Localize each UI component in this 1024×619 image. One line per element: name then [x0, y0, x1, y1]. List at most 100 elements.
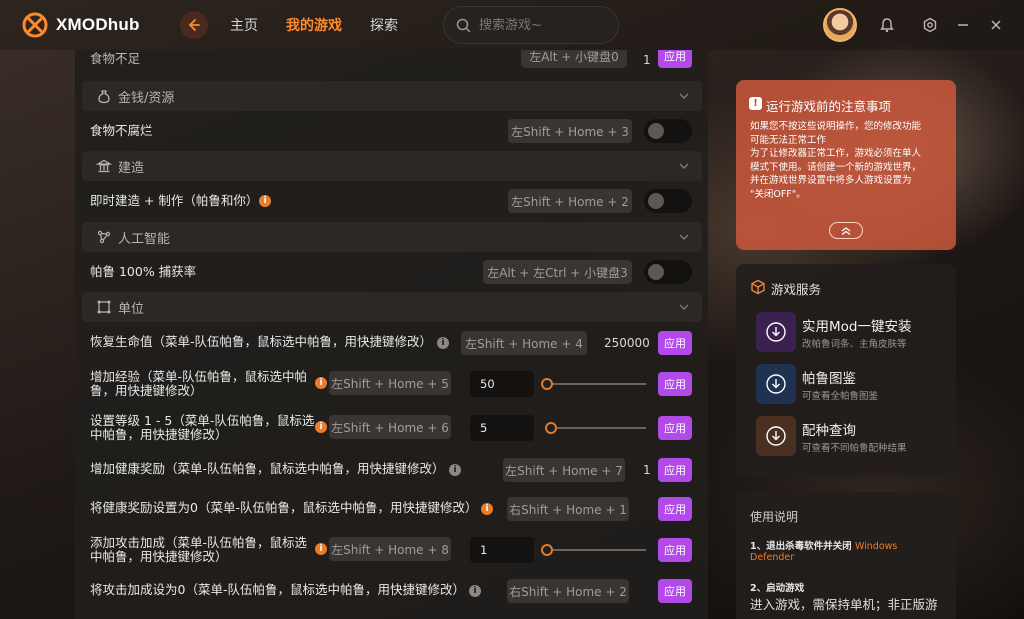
cheat-row-add-attack: 添加攻击加成（菜单-队伍帕鲁，鼠标选 中帕鲁，用快捷键修改） i 左Shift …	[75, 534, 708, 566]
search-box[interactable]	[443, 6, 619, 44]
minimize-icon[interactable]	[954, 16, 972, 34]
slider-handle[interactable]	[545, 422, 557, 434]
user-avatar[interactable]	[823, 8, 857, 42]
cheat-row-capture-rate: 帕鲁 100% 捕获率 左Alt + 左Ctrl + 小键盘3	[75, 258, 708, 286]
service-subtitle: 可查看全帕鲁图鉴	[802, 391, 879, 402]
search-input[interactable]	[479, 17, 599, 33]
info-icon[interactable]: i	[481, 503, 493, 515]
apply-button[interactable]: 应用	[658, 50, 692, 68]
value-slider[interactable]	[546, 383, 646, 385]
info-icon[interactable]: i	[315, 421, 327, 433]
download-icon	[756, 312, 796, 352]
value-input[interactable]: 1	[470, 537, 534, 563]
notice-title: 运行游戏前的注意事项	[766, 99, 892, 114]
section-unit[interactable]: 单位	[82, 292, 702, 322]
cheat-row-health-zero: 将健康奖励设置为0（菜单-队伍帕鲁，鼠标选中帕鲁，用快捷键修改） i 右Shif…	[75, 495, 708, 523]
section-money[interactable]: 金钱/资源	[82, 81, 702, 111]
cheat-label-line1: 设置等级 1 - 5（菜单-队伍帕鲁，鼠标选	[90, 413, 315, 428]
apply-button[interactable]: 应用	[658, 579, 692, 603]
step-highlight: Windows	[854, 541, 898, 552]
info-icon[interactable]: i	[469, 585, 481, 597]
hotkey-badge: 右Shift + Home + 2	[507, 579, 629, 603]
chevron-down-icon	[679, 304, 689, 310]
cheat-label-line1: 增加经验（菜单-队伍帕鲁，鼠标选中帕	[90, 369, 308, 384]
arrow-left-icon	[188, 19, 200, 31]
value-slider[interactable]	[546, 549, 646, 551]
step-highlight: Defender	[750, 552, 795, 563]
apply-button[interactable]: 应用	[658, 497, 692, 521]
slider-handle[interactable]	[541, 544, 553, 556]
info-icon[interactable]: i	[437, 337, 449, 349]
cheat-label: 即时建造 + 制作（帕鲁和你）	[90, 193, 259, 208]
value-input[interactable]: 50	[470, 371, 534, 397]
close-icon[interactable]	[987, 16, 1005, 34]
section-ai[interactable]: 人工智能	[82, 222, 702, 252]
cheat-list-panel: 食物不足 左Alt + 小键盘0 1 应用 金钱/资源 食物不腐烂 左Shift…	[75, 50, 708, 619]
notice-body: 如果您不按这些说明操作，您的修改功能 可能无法正常工作 为了让修改器正常工作，游…	[750, 120, 950, 201]
cheat-toggle[interactable]	[644, 189, 692, 213]
cheat-row-food-shortage: 食物不足 左Alt + 小键盘0 1 应用	[75, 50, 708, 70]
hotkey-badge: 左Alt + 左Ctrl + 小键盘3	[483, 260, 632, 284]
chevron-down-icon	[679, 93, 689, 99]
cheat-value: 250000	[604, 336, 650, 350]
cheat-label: 食物不足	[90, 51, 141, 66]
info-icon[interactable]: i	[315, 377, 327, 389]
apply-button[interactable]: 应用	[658, 538, 692, 562]
double-chevron-up-icon	[841, 226, 851, 235]
cheat-toggle[interactable]	[644, 119, 692, 143]
hotkey-badge: 左Shift + Home + 7	[503, 458, 625, 482]
download-icon	[756, 364, 796, 404]
xmod-logo-icon	[22, 12, 48, 38]
section-title: 人工智能	[118, 231, 171, 247]
cheat-label: 增加健康奖励（菜单-队伍帕鲁，鼠标选中帕鲁，用快捷键修改）	[90, 461, 445, 476]
cheat-value: 1	[643, 53, 651, 67]
cheat-row-attack-zero: 将攻击加成设为0（菜单-队伍帕鲁，鼠标选中帕鲁，用快捷键修改） i 右Shift…	[75, 577, 708, 605]
info-icon[interactable]: i	[449, 464, 461, 476]
apply-button[interactable]: 应用	[658, 416, 692, 440]
collapse-button[interactable]	[829, 222, 863, 239]
usage-step-1: 1、退出杀毒软件并关闭 Windows	[750, 538, 897, 552]
cheat-label-line2: 鲁，用快捷键修改）	[90, 383, 203, 398]
value-slider[interactable]	[551, 427, 646, 429]
notice-line: 模式下使用。请创建一个新的游戏世界，	[750, 161, 922, 173]
cheat-label: 食物不腐烂	[90, 123, 153, 138]
service-subtitle: 改帕鲁词条、主角皮肤等	[802, 339, 907, 350]
cheat-label-line1: 添加攻击加成（菜单-队伍帕鲁，鼠标选	[90, 535, 308, 550]
service-pal-dex[interactable]: 帕鲁图鉴 可查看全帕鲁图鉴	[756, 364, 956, 406]
usage-step-2: 2、启动游戏	[750, 583, 805, 594]
section-build[interactable]: 建造	[82, 151, 702, 181]
apply-button[interactable]: 应用	[658, 331, 692, 355]
cheat-toggle[interactable]	[644, 260, 692, 284]
back-button[interactable]	[180, 11, 208, 39]
nav-home[interactable]: 主页	[230, 15, 258, 35]
cheat-label: 恢复生命值（菜单-队伍帕鲁，鼠标选中帕鲁，用快捷键修改）	[90, 334, 433, 349]
apply-button[interactable]: 应用	[658, 372, 692, 396]
settings-icon[interactable]	[921, 16, 939, 34]
service-breeding[interactable]: 配种查询 可查看不同帕鲁配种结果	[756, 416, 956, 458]
notification-icon[interactable]	[878, 16, 896, 34]
cheat-row-no-spoil: 食物不腐烂 左Shift + Home + 3	[75, 117, 708, 145]
apply-button[interactable]: 应用	[658, 458, 692, 482]
slider-handle[interactable]	[541, 378, 553, 390]
info-icon[interactable]: i	[259, 195, 271, 207]
cheat-value: 1	[643, 463, 651, 477]
hotkey-badge: 左Shift + Home + 5	[329, 371, 451, 395]
nav-explore[interactable]: 探索	[370, 15, 398, 35]
usage-title: 使用说明	[750, 510, 799, 524]
cheat-row-add-exp: 增加经验（菜单-队伍帕鲁，鼠标选中帕 鲁，用快捷键修改） i 左Shift + …	[75, 368, 708, 400]
app-logo[interactable]: XMODhub	[22, 12, 180, 38]
download-icon	[756, 416, 796, 456]
hotkey-badge: 左Shift + Home + 2	[508, 189, 632, 213]
value-input[interactable]: 5	[470, 415, 534, 441]
hotkey-badge: 左Alt + 小键盘0	[521, 50, 627, 68]
hotkey-badge: 左Shift + Home + 8	[329, 537, 451, 561]
cheat-row-set-level: 设置等级 1 - 5（菜单-队伍帕鲁，鼠标选 中帕鲁，用快捷键修改） i 左Sh…	[75, 412, 708, 444]
nav-my-games[interactable]: 我的游戏	[286, 15, 342, 35]
money-bag-icon	[98, 90, 110, 104]
info-icon[interactable]: i	[315, 543, 327, 555]
service-title: 配种查询	[802, 423, 856, 439]
usage-instructions-card: 使用说明 1、退出杀毒软件并关闭 Windows Defender 2、启动游戏…	[736, 492, 956, 619]
step-text: 1、退出杀毒软件并关闭	[750, 541, 852, 552]
hotkey-badge: 左Shift + Home + 3	[508, 119, 632, 143]
service-mod-install[interactable]: 实用Mod一键安装 改帕鲁词条、主角皮肤等	[756, 312, 956, 354]
